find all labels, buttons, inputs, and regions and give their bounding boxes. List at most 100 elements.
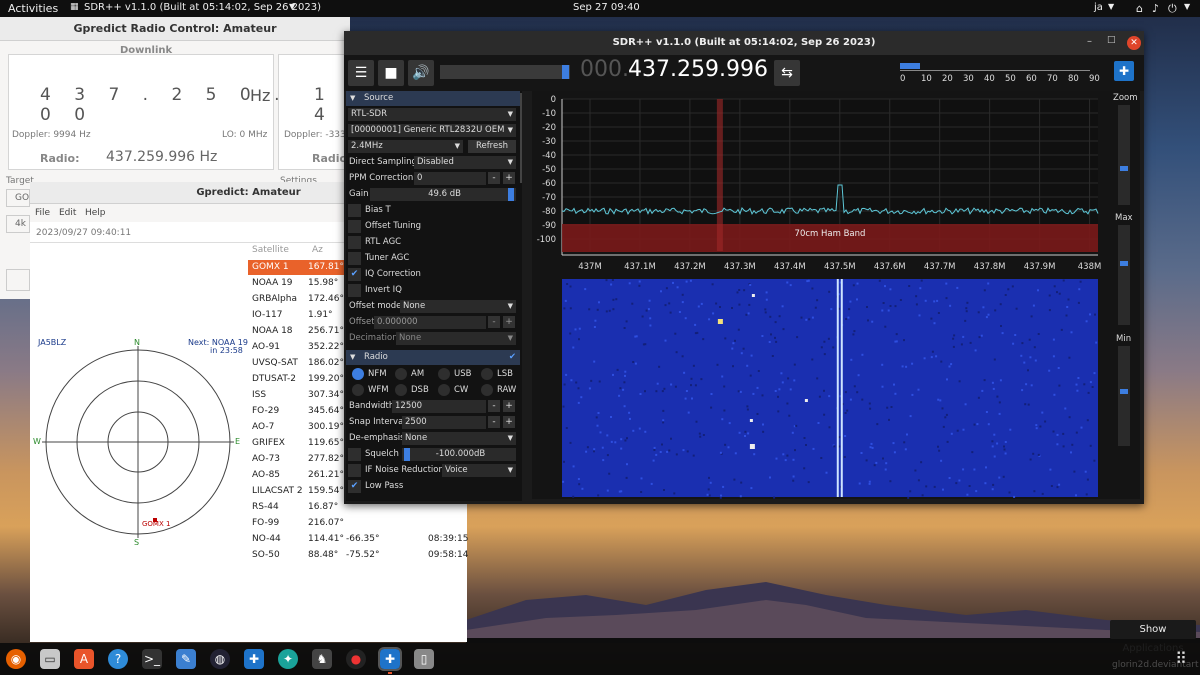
network-icon[interactable]: ⌂: [1136, 2, 1143, 15]
satellite-icon[interactable]: ✚: [244, 649, 264, 669]
tuner-agc-row[interactable]: Tuner AGC: [346, 251, 520, 266]
noise-speck: [738, 303, 741, 306]
noise-speck: [659, 451, 662, 453]
volume-icon[interactable]: ♪: [1152, 2, 1159, 15]
rtl-agc-row[interactable]: RTL AGC: [346, 235, 520, 250]
menu-file[interactable]: File: [35, 208, 50, 218]
panel-scrollbar[interactable]: [520, 93, 522, 183]
squelch-slider-handle[interactable]: [404, 448, 410, 461]
refresh-button[interactable]: Refresh: [468, 140, 516, 153]
close-icon[interactable]: ✕: [1127, 36, 1141, 50]
mode-raw[interactable]: RAW: [475, 383, 518, 398]
table-row[interactable]: SO-50 88.48° -75.52° 09:58:14: [248, 548, 498, 563]
volume-slider[interactable]: [440, 65, 570, 79]
noise-speck: [641, 315, 644, 318]
deemphasis-combo[interactable]: None ▼: [402, 432, 516, 445]
terminal-icon[interactable]: >_: [142, 649, 162, 669]
step-combo[interactable]: 4k: [6, 215, 30, 233]
app-menu-icon[interactable]: ▦: [70, 2, 79, 12]
swap-icon[interactable]: ⇆: [774, 60, 800, 86]
files-icon[interactable]: ▭: [40, 649, 60, 669]
bandwidth-plus[interactable]: +: [503, 400, 515, 412]
ifnr-combo[interactable]: Voice ▼: [442, 464, 516, 477]
ppm-input[interactable]: 0: [414, 172, 486, 185]
radio-icon[interactable]: ●: [346, 649, 366, 669]
offset-input[interactable]: 0.000000: [374, 316, 486, 329]
mode-cw[interactable]: CW: [432, 383, 475, 398]
firefox-icon[interactable]: ◉: [6, 649, 26, 669]
snap-row: Snap Interval 2500- +: [346, 415, 520, 430]
y-tick-label: -50: [542, 165, 556, 175]
spectrum-area[interactable]: 0 -10 -20 -30 -40 -50 -60 -70 -80 -90 -100 437M 437.…: [532, 91, 1140, 499]
snap-minus[interactable]: -: [488, 416, 500, 428]
mode-usb[interactable]: USB: [432, 367, 475, 382]
software-icon[interactable]: A: [74, 649, 94, 669]
offset-tuning-row[interactable]: Offset Tuning: [346, 219, 520, 234]
gpredict-icon[interactable]: ✦: [278, 649, 298, 669]
bandwidth-minus[interactable]: -: [488, 400, 500, 412]
target-combo[interactable]: GO: [6, 189, 30, 207]
offset-mode-combo[interactable]: None ▼: [400, 300, 516, 313]
min-slider[interactable]: [1118, 346, 1130, 446]
app-menu-label[interactable]: SDR++ v1.1.0 (Built at 05:14:02, Sep 26 …: [84, 2, 321, 13]
menu-edit[interactable]: Edit: [59, 208, 76, 218]
text-editor-icon[interactable]: ✎: [176, 649, 196, 669]
gimp-icon[interactable]: ♞: [312, 649, 332, 669]
menu-icon[interactable]: ☰: [348, 60, 374, 86]
ppm-plus[interactable]: +: [503, 172, 515, 184]
power-icon[interactable]: ⏻: [1168, 2, 1177, 16]
noise-speck: [1049, 468, 1052, 471]
noise-speck: [812, 447, 815, 450]
source-header[interactable]: ▼ Source: [346, 91, 520, 106]
snap-plus[interactable]: +: [503, 416, 515, 428]
sdrpp-icon[interactable]: ✚: [378, 647, 402, 671]
iq-correction-row[interactable]: ✔ IQ Correction: [346, 267, 520, 282]
volume-icon[interactable]: 🔊: [408, 60, 434, 86]
radio-header[interactable]: ▼ Radio ✔: [346, 350, 520, 365]
input-source[interactable]: ja: [1094, 2, 1103, 13]
noise-speck: [933, 322, 936, 325]
zoom-slider[interactable]: [1118, 105, 1130, 205]
squelch-slider[interactable]: -100.000dB: [402, 448, 516, 461]
squelch-checkbox[interactable]: [348, 448, 361, 461]
frequency-dim-digits[interactable]: 000.: [580, 57, 629, 82]
menu-help[interactable]: Help: [85, 208, 106, 218]
activities-button[interactable]: Activities: [8, 2, 58, 15]
ppm-minus[interactable]: -: [488, 172, 500, 184]
gain-slider[interactable]: 49.6 dB: [370, 188, 516, 201]
clock[interactable]: Sep 27 09:40: [573, 2, 640, 13]
bias-t-row[interactable]: Bias T: [346, 203, 520, 218]
maximize-icon[interactable]: □: [1107, 35, 1116, 45]
noise-speck: [1037, 289, 1039, 292]
noise-speck: [610, 416, 612, 418]
offset-minus[interactable]: -: [488, 316, 500, 328]
help-icon[interactable]: ?: [108, 649, 128, 669]
engage-button[interactable]: [6, 269, 30, 291]
mode-dsb[interactable]: DSB: [389, 383, 432, 398]
device-combo[interactable]: [00000001] Generic RTL2832U OEM ▼: [346, 123, 520, 138]
mode-am[interactable]: AM: [389, 367, 432, 382]
lowpass-row[interactable]: ✔ Low Pass: [346, 479, 520, 494]
snap-input[interactable]: 2500: [402, 416, 486, 429]
ifnr-checkbox[interactable]: [348, 464, 361, 477]
direct-sampling-combo[interactable]: Disabled ▼: [414, 156, 516, 169]
globe-icon[interactable]: ◍: [210, 649, 230, 669]
stop-icon[interactable]: ■: [378, 60, 404, 86]
invert-iq-row[interactable]: Invert IQ: [346, 283, 520, 298]
bandwidth-input[interactable]: 12500: [392, 400, 486, 413]
minimize-icon[interactable]: –: [1087, 36, 1092, 47]
table-row[interactable]: FO-99 216.07°: [248, 516, 498, 531]
spectrum-plot[interactable]: 0 -10 -20 -30 -40 -50 -60 -70 -80 -90 -100 437M 437.…: [532, 91, 1140, 499]
mode-wfm[interactable]: WFM: [346, 383, 389, 398]
offset-plus[interactable]: +: [503, 316, 515, 328]
max-slider[interactable]: [1118, 225, 1130, 325]
mode-lsb[interactable]: LSB: [475, 367, 518, 382]
source-type-combo[interactable]: RTL-SDR ▼: [346, 107, 520, 122]
noise-speck: [871, 320, 874, 323]
frequency-display[interactable]: 437.259.996: [628, 57, 768, 82]
gain-slider-handle[interactable]: [508, 188, 514, 201]
mode-nfm[interactable]: NFM: [346, 367, 389, 382]
decimation-combo[interactable]: None ▼: [396, 332, 516, 345]
usb-icon[interactable]: ▯: [414, 649, 434, 669]
table-row[interactable]: NO-44 114.41° -66.35° 08:39:15: [248, 532, 498, 547]
